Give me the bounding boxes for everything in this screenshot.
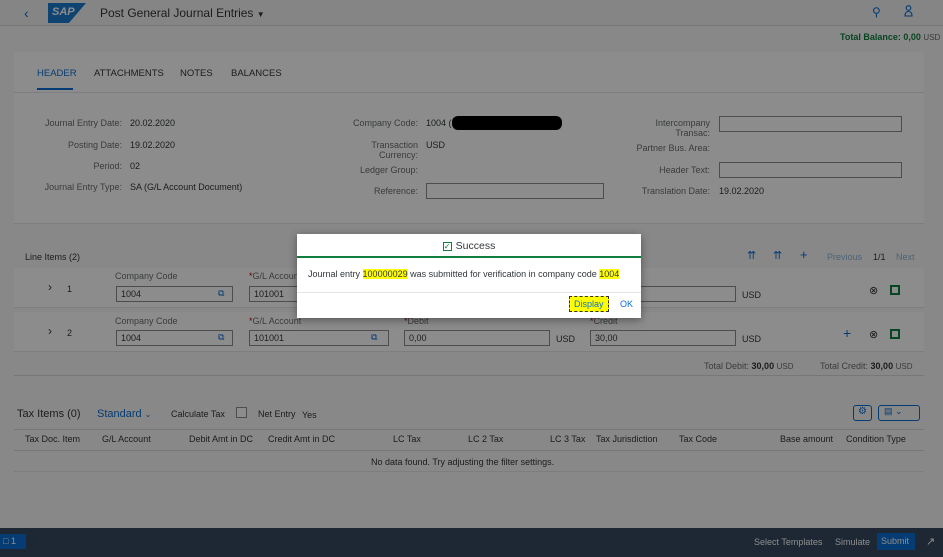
display-button[interactable]: Display <box>569 296 609 312</box>
company-code: 1004 <box>599 269 620 279</box>
success-icon: ✓ <box>442 242 452 251</box>
dialog-header: ✓ Success <box>297 234 641 258</box>
dialog-message: Journal entry 100000029 was submitted fo… <box>308 269 620 279</box>
ok-button[interactable]: OK <box>620 299 633 309</box>
dialog-footer <box>297 292 641 293</box>
success-dialog: ✓ Success Journal entry 100000029 was sub… <box>297 234 641 318</box>
document-number[interactable]: 100000029 <box>362 269 408 279</box>
